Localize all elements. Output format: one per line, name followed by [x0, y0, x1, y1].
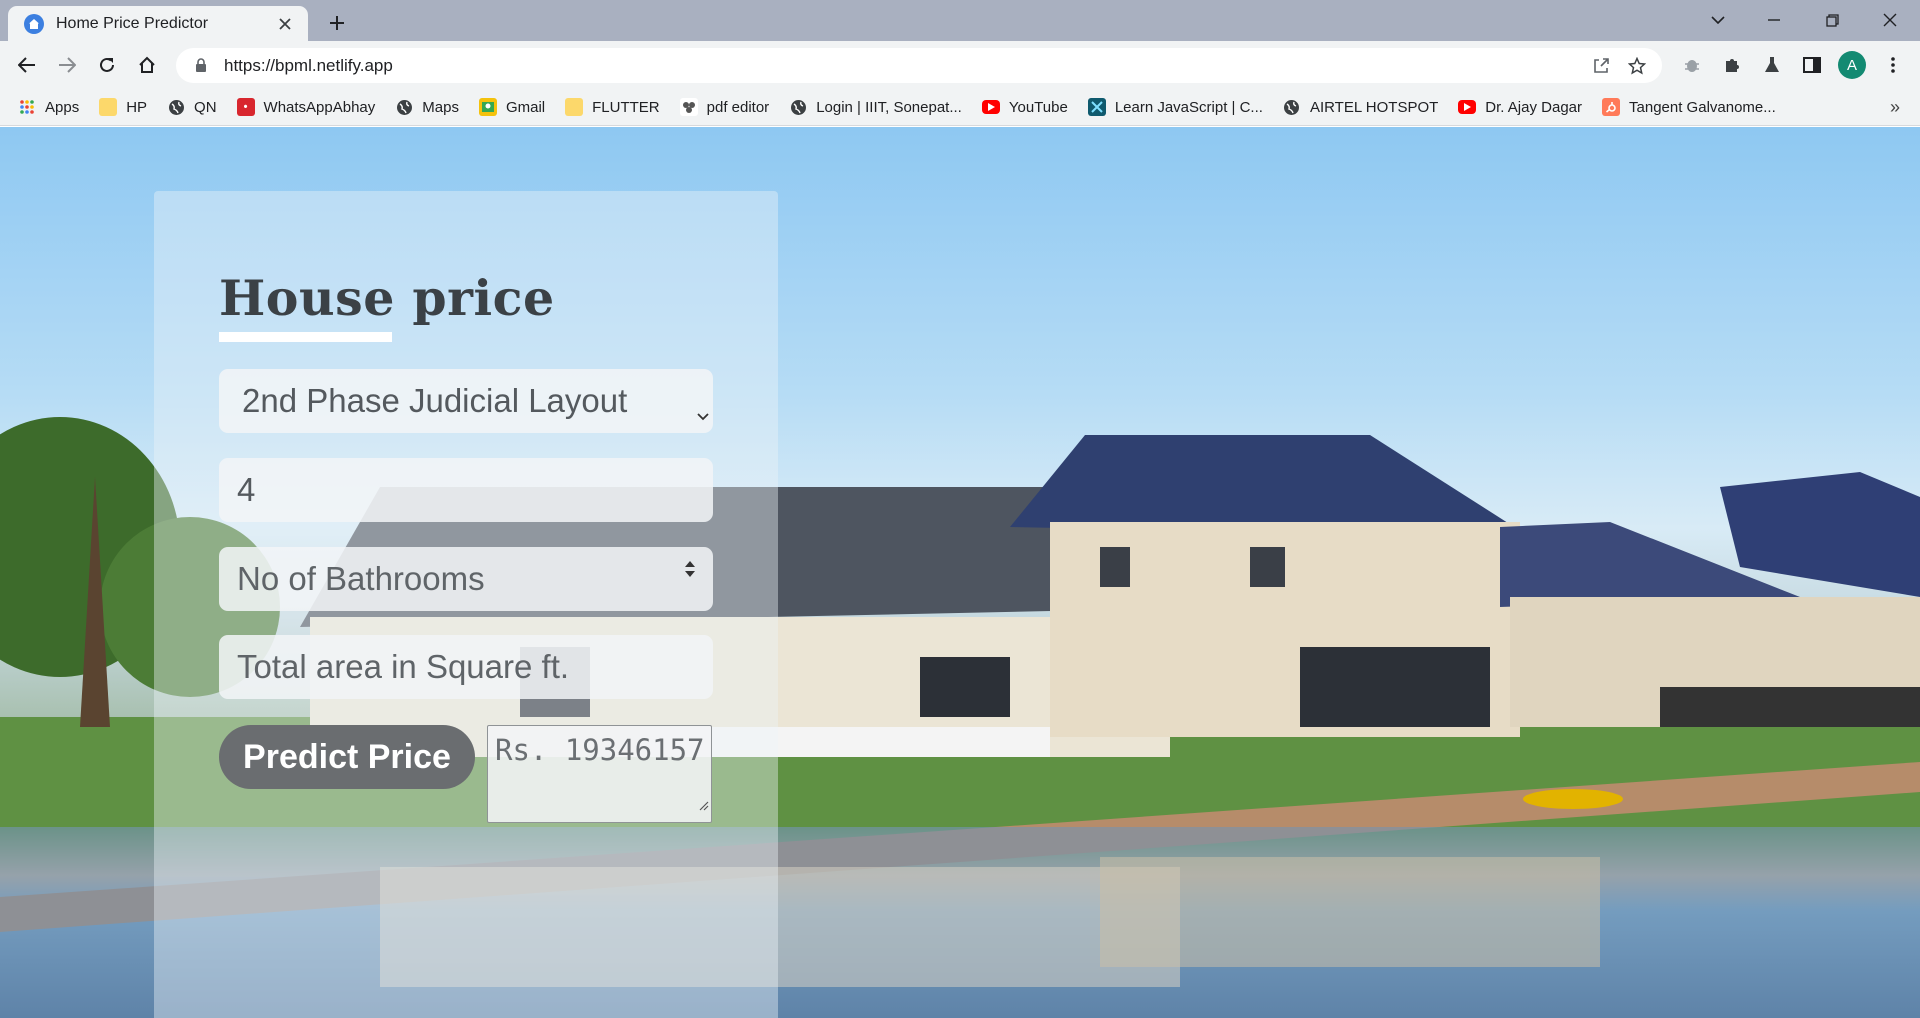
- bookmark-tangent-galvanometer[interactable]: Tangent Galvanome...: [1602, 93, 1776, 121]
- number-spinner[interactable]: [685, 561, 695, 577]
- youtube-icon: [981, 100, 1000, 114]
- area-placeholder: Total area in Square ft.: [237, 648, 570, 685]
- bookmark-airtel-hotspot[interactable]: AIRTEL HOTSPOT: [1283, 93, 1438, 121]
- bookmark-qn[interactable]: QN: [167, 93, 217, 121]
- bookmark-apps[interactable]: Apps: [18, 93, 79, 121]
- bhk-input[interactable]: 4: [219, 458, 713, 522]
- predicted-price-output[interactable]: Rs. 19346157: [487, 725, 712, 823]
- globe-icon: [167, 98, 185, 116]
- globe-icon: [1283, 98, 1301, 116]
- bhk-value: 4: [237, 471, 256, 508]
- bookmark-flutter[interactable]: FLUTTER: [565, 93, 660, 121]
- profile-avatar[interactable]: A: [1838, 51, 1866, 79]
- house-favicon-icon: [24, 13, 44, 34]
- page-title: House price: [219, 269, 555, 327]
- title-underline: [219, 332, 392, 342]
- location-select[interactable]: 2nd Phase Judicial Layout: [219, 369, 713, 433]
- location-selected-value: 2nd Phase Judicial Layout: [242, 382, 628, 419]
- lock-icon[interactable]: [192, 57, 210, 75]
- new-tab-plus-icon[interactable]: [322, 8, 352, 38]
- back-arrow-icon[interactable]: [10, 48, 44, 82]
- spinner-up-icon[interactable]: [685, 561, 695, 567]
- forward-arrow-icon[interactable]: [50, 48, 84, 82]
- bookmark-learn-javascript[interactable]: Learn JavaScript | C...: [1087, 93, 1263, 121]
- minimize-icon[interactable]: [1752, 0, 1796, 40]
- bookmark-dr-ajay-dagar[interactable]: Dr. Ajay Dagar: [1458, 93, 1582, 121]
- bathrooms-placeholder: No of Bathrooms: [237, 560, 485, 597]
- bookmark-gmail[interactable]: Gmail: [478, 93, 545, 121]
- labs-flask-icon[interactable]: [1755, 48, 1789, 82]
- bug-extension-icon[interactable]: [1675, 48, 1709, 82]
- kebab-menu-icon[interactable]: [1876, 48, 1910, 82]
- bookmarks-bar: Apps HP QN • WhatsAppAbhay Maps Gmail FL…: [0, 89, 1920, 126]
- reload-icon[interactable]: [90, 48, 124, 82]
- bookmark-star-icon[interactable]: [1620, 48, 1654, 83]
- tab-title: Home Price Predictor: [56, 14, 209, 32]
- apps-grid-icon: [18, 98, 36, 116]
- bathrooms-input[interactable]: No of Bathrooms: [219, 547, 713, 611]
- page-content: House price 2nd Phase Judicial Layout 4 …: [0, 127, 1920, 1018]
- bookmark-login-iiit[interactable]: Login | IIIT, Sonepat...: [789, 93, 962, 121]
- youtube-icon: [1458, 100, 1477, 114]
- resize-handle-icon[interactable]: [699, 783, 709, 820]
- pdf-editor-icon: [679, 98, 698, 116]
- browser-tab[interactable]: Home Price Predictor: [8, 6, 308, 41]
- folder-icon: [565, 98, 584, 116]
- tab-strip: Home Price Predictor: [0, 0, 1920, 41]
- area-input[interactable]: Total area in Square ft.: [219, 635, 713, 699]
- predict-price-button[interactable]: Predict Price: [219, 725, 475, 789]
- globe-icon: [789, 98, 807, 116]
- bookmark-hp[interactable]: HP: [99, 93, 147, 121]
- learn-js-icon: [1087, 98, 1106, 116]
- url-text[interactable]: https://bpml.netlify.app: [224, 56, 393, 76]
- folder-icon: [99, 98, 118, 116]
- more-bookmarks-chevron-icon[interactable]: »: [1890, 97, 1900, 118]
- home-icon[interactable]: [130, 48, 164, 82]
- gmail-icon: [478, 98, 497, 116]
- share-icon[interactable]: [1584, 48, 1618, 83]
- browser-toolbar: https://bpml.netlify.app A: [0, 41, 1920, 89]
- close-tab-icon[interactable]: [274, 13, 296, 35]
- bookmark-whatsappabhay[interactable]: • WhatsAppAbhay: [236, 93, 375, 121]
- globe-icon: [395, 98, 413, 116]
- red-site-icon: •: [236, 98, 255, 116]
- bookmark-maps[interactable]: Maps: [395, 93, 459, 121]
- address-bar[interactable]: https://bpml.netlify.app: [176, 48, 1662, 83]
- side-panel-icon[interactable]: [1795, 48, 1829, 82]
- predicted-price-text: Rs. 19346157: [495, 733, 705, 767]
- bookmark-pdf-editor[interactable]: pdf editor: [679, 93, 769, 121]
- spinner-down-icon[interactable]: [685, 571, 695, 577]
- hubspot-icon: [1602, 98, 1621, 116]
- close-window-icon[interactable]: [1868, 0, 1912, 40]
- tab-search-chevron-icon[interactable]: [1696, 0, 1740, 40]
- restore-icon[interactable]: [1810, 0, 1854, 40]
- extensions-puzzle-icon[interactable]: [1715, 48, 1749, 82]
- bookmark-youtube[interactable]: YouTube: [981, 93, 1068, 121]
- chevron-down-icon: [697, 391, 709, 429]
